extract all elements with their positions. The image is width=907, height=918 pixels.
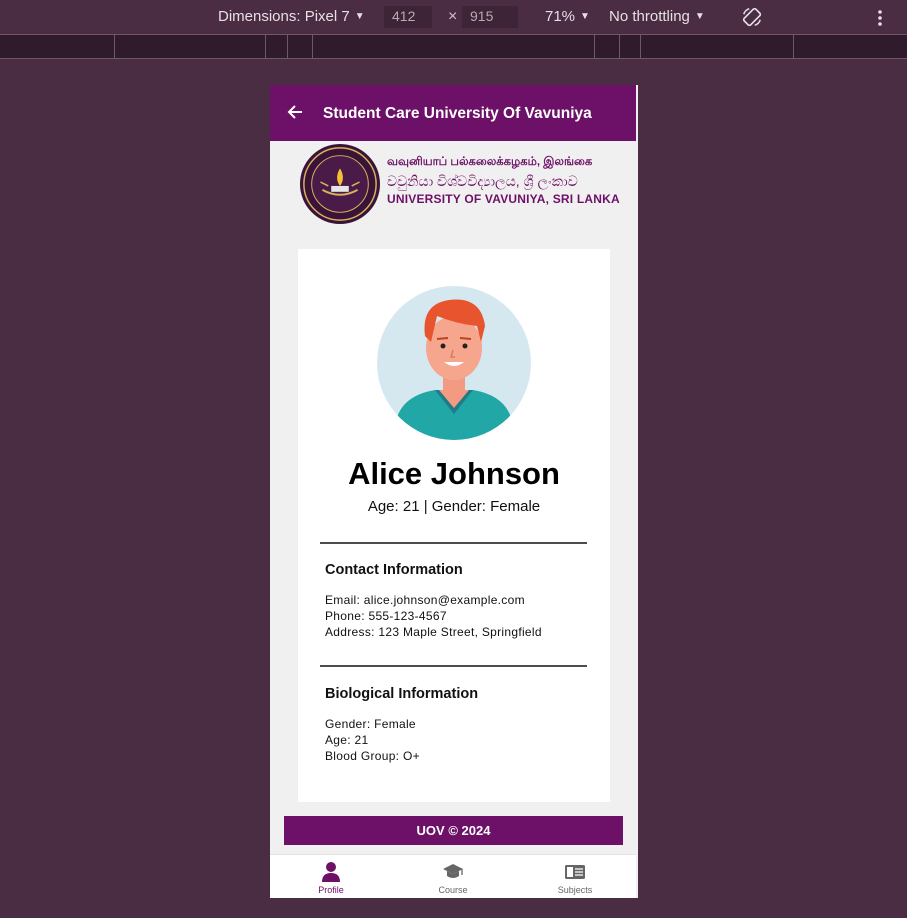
nav-label-subjects: Subjects (557, 885, 593, 895)
contact-email: Email: alice.johnson@example.com (325, 593, 525, 607)
ruler-tick (793, 35, 794, 58)
bio-gender: Gender: Female (325, 717, 416, 731)
book-icon (565, 865, 585, 879)
devtools-toolbar: Dimensions: Pixel 7 ▼ 412 × 915 71% ▼ No t… (0, 0, 907, 35)
ruler-tick (114, 35, 115, 58)
rotate-icon[interactable] (741, 6, 763, 28)
phone-viewport: Student Care University Of Vavuniya வவுன… (270, 85, 638, 898)
throttle-label: No throttling (609, 8, 690, 25)
ruler-tick (265, 35, 266, 58)
profile-card: Alice Johnson Age: 21 | Gender: Female C… (298, 249, 610, 802)
ruler-tick (640, 35, 641, 58)
bio-blood-group: Blood Group: O+ (325, 749, 420, 763)
profile-name: Alice Johnson (348, 456, 560, 491)
ruler-tick (312, 35, 313, 58)
university-logo (299, 143, 381, 225)
university-name-sinhala: වවුනියා විශ්වවිද්‍යාලය, ශ්‍රී ලංකාව (387, 173, 578, 189)
bio-age: Age: 21 (325, 733, 369, 747)
divider (320, 542, 587, 544)
height-input[interactable]: 915 (462, 6, 518, 28)
zoom-select[interactable]: 71% ▼ (545, 8, 590, 25)
footer-bar: UOV © 2024 (284, 816, 623, 845)
ruler-tick (287, 35, 288, 58)
graduation-cap-icon (443, 864, 463, 878)
nav-item-profile[interactable]: Profile (270, 855, 392, 898)
width-input[interactable]: 412 (384, 6, 432, 28)
bio-section-title: Biological Information (325, 686, 479, 702)
device-select[interactable]: Dimensions: Pixel 7 ▼ (218, 8, 365, 25)
nav-item-course[interactable]: Course (392, 855, 514, 898)
contact-address: Address: 123 Maple Street, Springfield (325, 625, 542, 639)
caret-down-icon: ▼ (694, 11, 705, 22)
zoom-label: 71% (545, 8, 576, 25)
nav-label-profile: Profile (318, 885, 344, 895)
caret-down-icon: ▼ (354, 11, 365, 22)
university-name-tamil: வவுனியாப் பல்கலைக்கழகம், இலங்கை (387, 156, 593, 168)
app-bar: Student Care University Of Vavuniya (270, 85, 636, 141)
nav-label-course: Course (438, 885, 468, 895)
media-query-ruler (0, 35, 907, 59)
device-label: Dimensions: Pixel 7 (218, 8, 350, 25)
ruler-tick (594, 35, 595, 58)
avatar (377, 286, 531, 440)
contact-section-title: Contact Information (325, 562, 463, 578)
times-sign: × (448, 8, 458, 25)
university-name-english: UNIVERSITY OF VAVUNIYA, SRI LANKA (387, 192, 620, 206)
ruler-tick (619, 35, 620, 58)
app-title: Student Care University Of Vavuniya (323, 105, 592, 122)
throttle-select[interactable]: No throttling ▼ (609, 8, 705, 25)
arrow-left-icon[interactable] (286, 103, 304, 121)
profile-summary: Age: 21 | Gender: Female (367, 498, 541, 515)
caret-down-icon: ▼ (580, 11, 590, 22)
more-vertical-icon[interactable] (872, 8, 888, 28)
contact-phone: Phone: 555-123-4567 (325, 609, 447, 623)
bottom-navigation: Profile Course Subjects (270, 854, 636, 898)
divider (320, 665, 587, 667)
nav-item-subjects[interactable]: Subjects (514, 855, 636, 898)
person-icon (322, 862, 340, 882)
